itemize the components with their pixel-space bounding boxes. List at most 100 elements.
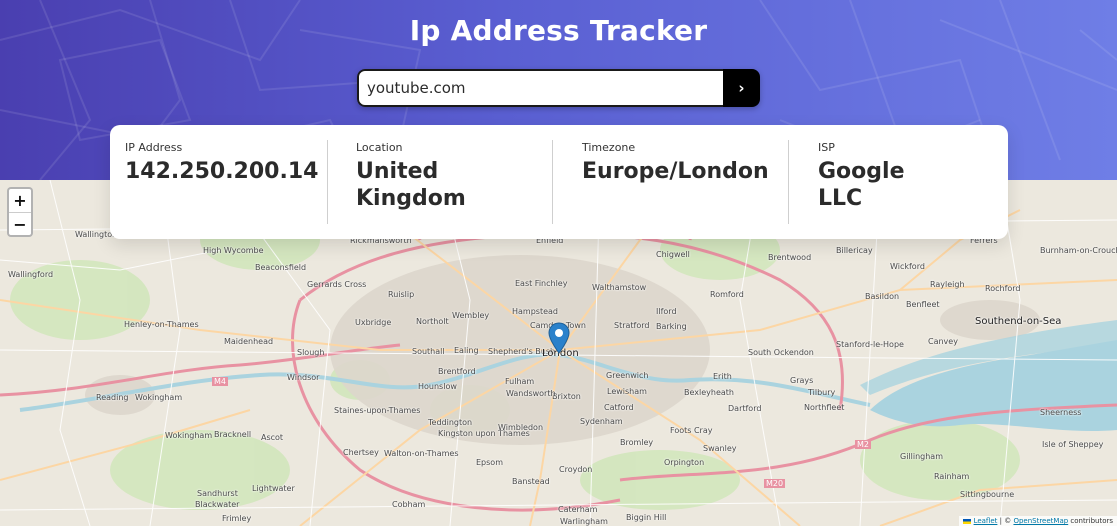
map-label: Bromley	[620, 438, 654, 447]
map-label: Southend-on-Sea	[975, 316, 1062, 327]
openstreetmap-link[interactable]: OpenStreetMap	[1013, 517, 1068, 525]
map-label: Chertsey	[343, 448, 379, 457]
map-label: Ascot	[261, 433, 284, 442]
map-label: Rayleigh	[930, 280, 965, 289]
map-label: Dartford	[728, 404, 762, 413]
divider	[788, 140, 789, 224]
map-label: Hampstead	[512, 307, 558, 316]
map-label: Bexleyheath	[684, 388, 734, 397]
map-label: Northfleet	[804, 403, 845, 412]
map-label: Gillingham	[900, 452, 944, 461]
map-label: Reading	[96, 393, 129, 402]
map-label: Lewisham	[607, 387, 647, 396]
timezone-block: Timezone Europe/London	[582, 141, 769, 185]
map-label: Sheerness	[1040, 408, 1082, 417]
motorway-shield: M4	[212, 377, 228, 386]
isp-label: ISP	[818, 141, 835, 154]
map-label: Wembley	[452, 311, 490, 320]
map-label: Wokingham	[165, 431, 213, 440]
map-label: Wickford	[890, 262, 925, 271]
map-label: High Wycombe	[203, 246, 264, 255]
info-card: IP Address 142.250.200.14 Location Unite…	[110, 125, 1008, 239]
timezone-value: Europe/London	[582, 159, 769, 184]
map-label: Wokingham	[135, 393, 183, 402]
ip-address-label: IP Address	[125, 141, 183, 154]
ip-address-value: 142.250.200.14	[125, 159, 319, 184]
zoom-out-button[interactable]: −	[9, 212, 31, 235]
map-label: Basildon	[865, 292, 900, 301]
map-label: Stratford	[614, 321, 650, 330]
search-input[interactable]	[357, 69, 723, 107]
map-label: Brixton	[552, 392, 581, 401]
isp-value: Google LLC	[818, 158, 905, 212]
map-label: Erith	[713, 372, 732, 381]
map-label: Beaconsfield	[255, 263, 307, 272]
map-label: Caterham	[558, 505, 598, 514]
map-label: Wallingford	[8, 270, 54, 279]
map-label: Fulham	[505, 377, 535, 386]
map-label: Billericay	[836, 246, 873, 255]
zoom-control: + −	[7, 187, 33, 237]
isp-value-line2: LLC	[818, 186, 863, 211]
location-value-line1: United	[356, 159, 439, 184]
map-label: Sittingbourne	[960, 490, 1015, 499]
divider	[552, 140, 553, 224]
ukraine-flag-icon	[963, 518, 972, 524]
location-marker-icon[interactable]	[548, 322, 570, 354]
location-label: Location	[356, 141, 403, 154]
location-block: Location United Kingdom	[356, 141, 466, 212]
map-label: Sydenham	[580, 417, 623, 426]
map-label: Wandsworth	[506, 389, 556, 398]
map-label: Hounslow	[418, 382, 457, 391]
map-label: Romford	[710, 290, 744, 299]
motorway-shield: M2	[855, 440, 871, 449]
ip-address-block: IP Address 142.250.200.14	[125, 141, 318, 185]
map-label: Maidenhead	[224, 337, 274, 346]
motorway-shield: M20	[764, 479, 786, 488]
map-label: Barking	[656, 322, 687, 331]
leaflet-link[interactable]: Leaflet	[974, 517, 998, 525]
map-label: Staines-upon-Thames	[334, 406, 421, 415]
zoom-in-button[interactable]: +	[9, 189, 31, 212]
map-label: Walthamstow	[592, 283, 647, 292]
map-label: Walton-on-Thames	[384, 449, 459, 458]
attribution-separator: | ©	[997, 517, 1014, 525]
divider	[327, 140, 328, 224]
map-label: Frimley	[222, 514, 252, 523]
map-label: Northolt	[416, 317, 449, 326]
search-submit-button[interactable]: ›	[723, 69, 760, 107]
map-label: Southall	[412, 347, 445, 356]
map-label: Ilford	[656, 307, 677, 316]
map-label: Foots Cray	[670, 426, 713, 435]
map-label: Sandhurst	[197, 489, 238, 498]
map-label: Ealing	[454, 346, 479, 355]
map-label: Burnham-on-Crouch	[1040, 246, 1117, 255]
map-label: Grays	[790, 376, 814, 385]
isp-block: ISP Google LLC	[818, 141, 905, 212]
map-attribution: Leaflet | © OpenStreetMap contributors	[959, 516, 1117, 526]
attribution-contributors: contributors	[1068, 517, 1113, 525]
map-label: Stanford-le-Hope	[836, 340, 904, 349]
page-title: Ip Address Tracker	[409, 14, 708, 47]
map-label: Swanley	[703, 444, 737, 453]
map-label: Brentwood	[768, 253, 812, 262]
map-label: Benfleet	[906, 300, 940, 309]
map-label: Rochford	[985, 284, 1021, 293]
map-label: Windsor	[287, 373, 320, 382]
map-label: Tilbury	[808, 388, 836, 397]
map-label: Teddington	[428, 418, 473, 427]
map-label: Croydon	[559, 465, 593, 474]
search-form: ›	[357, 69, 760, 107]
map-label: Henley-on-Thames	[124, 320, 199, 329]
map-label: Slough	[297, 348, 325, 357]
map-label: Warlingham	[560, 517, 608, 526]
map-label: Catford	[604, 403, 634, 412]
map-label: Banstead	[512, 477, 550, 486]
isp-value-line1: Google	[818, 159, 905, 184]
location-value-line2: Kingdom	[356, 186, 466, 211]
map-label: Epsom	[476, 458, 503, 467]
map-label: East Finchley	[515, 279, 568, 288]
map-label: Uxbridge	[355, 318, 392, 327]
map-label: Canvey	[928, 337, 958, 346]
map-label: Bracknell	[214, 430, 252, 439]
